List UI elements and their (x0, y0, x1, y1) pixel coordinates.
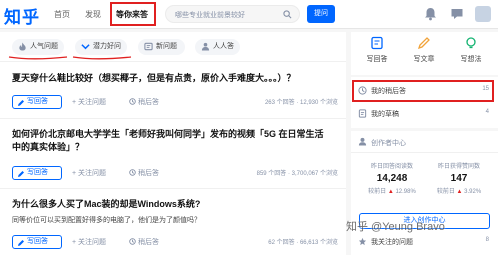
question-excerpt[interactable]: 同等价位可以买到配置好得多的电脑了，他们是为了颜值吗？ (12, 215, 201, 225)
arrow-up-icon: ▲ (456, 189, 463, 195)
question-actions: 写回答 + 关注问题 稍后答 859 个回答 · 3,700,067 个浏览 (12, 166, 342, 180)
question-actions: 写回答 + 关注问题 稍后答 263 个回答 · 12,930 个浏览 (12, 95, 342, 109)
new-icon (144, 42, 153, 51)
tab-label: 人气问题 (30, 43, 58, 50)
search-placeholder: 哪些专业就业前景较好 (175, 12, 245, 19)
potential-icon (81, 44, 90, 50)
tool-write-article[interactable]: 写文章 (404, 36, 444, 64)
write-answer-button[interactable]: 写回答 (12, 95, 62, 109)
question-title-line2[interactable]: 中的真实体验」？ (12, 141, 84, 154)
stat-value: 147 (450, 173, 468, 184)
clock-icon (129, 238, 136, 245)
pencil-icon (18, 240, 24, 246)
question-title[interactable]: 夏天穿什么鞋比较好（想买椰子，但是有点贵，原价入手难度大。。。）？ (12, 72, 296, 85)
tab-underline-popular (8, 56, 68, 60)
thought-icon (466, 37, 476, 49)
follow-question-button[interactable]: + 关注问题 (72, 97, 106, 107)
question-title[interactable]: 如何评价北京邮电大学学生「老师好我叫何同学」发布的视频「5G 在日常生活 (12, 128, 324, 141)
question-stats: 859 个回答 · 3,700,067 个浏览 (256, 171, 338, 177)
search-input[interactable]: 哪些专业就业前景较好 (165, 5, 300, 23)
answer-later-button[interactable]: 稍后答 (129, 97, 159, 107)
ask-button[interactable]: 提问 (307, 5, 335, 23)
message-icon[interactable] (450, 7, 464, 21)
write-article-icon (417, 37, 430, 50)
tab-potential[interactable]: 潜力好问 (75, 39, 127, 55)
stat-label: 昨日获得赞同数 (437, 164, 480, 170)
tab-label: 新问题 (156, 43, 177, 50)
stat-label: 昨日回答阅读数 (370, 164, 413, 170)
people-icon (201, 42, 210, 51)
tab-new[interactable]: 新问题 (138, 39, 185, 55)
stat-reads: 昨日回答阅读数 14,248 较前日 ▲ 12.98% (362, 161, 422, 195)
sidebar-item-count: 8 (485, 237, 489, 243)
tab-popular[interactable]: 人气问题 (12, 39, 64, 55)
follow-question-button[interactable]: + 关注问题 (72, 237, 106, 247)
answer-later-button[interactable]: 稍后答 (129, 168, 159, 178)
follow-icon (358, 237, 367, 246)
avatar[interactable] (475, 6, 491, 22)
feed-tabs: 人气问题 潜力好问 新问题 人人答 (0, 32, 346, 62)
pencil-icon (18, 171, 24, 177)
divider (0, 188, 346, 189)
nav-discover[interactable]: 发现 (85, 9, 101, 20)
sidebar-item-label: 我关注的问题 (371, 239, 413, 246)
stat-delta: 较前日 ▲ 3.92% (436, 189, 482, 195)
question-title[interactable]: 为什么很多人买了Mac装的却是Windows系统? (12, 198, 200, 211)
sidebar-item-drafts[interactable]: 我的草稿 4 (351, 105, 498, 122)
clock-icon (129, 98, 136, 105)
sidebar-item-label: 我的草稿 (371, 111, 399, 118)
question-actions: 写回答 + 关注问题 稍后答 62 个回答 · 66,613 个浏览 (12, 235, 342, 249)
stat-value: 14,248 (376, 173, 408, 184)
write-answer-button[interactable]: 写回答 (12, 235, 62, 249)
answer-later-highlight-box (352, 80, 494, 102)
draft-icon (358, 109, 367, 118)
follow-question-button[interactable]: + 关注问题 (72, 168, 106, 178)
question-stats: 263 个回答 · 12,930 个浏览 (264, 100, 338, 106)
stat-likes: 昨日获得赞同数 147 较前日 ▲ 3.92% (429, 161, 489, 195)
creator-center-header[interactable]: 创作者中心 (351, 131, 498, 153)
top-bar: 知乎 首页 发现 等你来答 哪些专业就业前景较好 提问 (0, 0, 498, 29)
watermark: 知乎 @Yeung Bravo (346, 221, 445, 233)
tab-underline-potential (72, 56, 132, 60)
answer-later-button[interactable]: 稍后答 (129, 237, 159, 247)
arrow-up-icon: ▲ (387, 189, 394, 195)
creator-icon (358, 137, 367, 146)
nav-highlight-box (110, 2, 156, 26)
creator-center-card: 创作者中心 昨日回答阅读数 14,248 较前日 ▲ 12.98% 昨日获得赞同… (351, 131, 498, 255)
sidebar-item-followed-questions[interactable]: 我关注的问题 8 (351, 235, 498, 248)
tool-write-answer[interactable]: 写回答 (357, 36, 397, 64)
write-answer-icon (371, 36, 383, 50)
nav-home[interactable]: 首页 (54, 9, 70, 20)
clock-icon (129, 169, 136, 176)
create-tools-card: 写回答 写文章 写想法 (351, 32, 498, 75)
write-answer-button[interactable]: 写回答 (12, 166, 62, 180)
sidebar-item-count: 4 (485, 109, 489, 115)
bell-icon[interactable] (424, 7, 437, 21)
divider (0, 118, 346, 119)
question-feed: 人气问题 潜力好问 新问题 人人答 夏天穿什么鞋比较好（想买椰子，但是有点贵，原… (0, 32, 346, 255)
tab-everyone[interactable]: 人人答 (195, 39, 240, 55)
zhihu-logo[interactable]: 知乎 (4, 3, 40, 28)
question-stats: 62 个回答 · 66,613 个浏览 (268, 240, 338, 246)
hot-icon (19, 42, 26, 51)
pencil-icon (18, 100, 24, 106)
tab-label: 人人答 (213, 43, 234, 50)
creator-center-title: 创作者中心 (371, 140, 406, 147)
tool-write-thought[interactable]: 写想法 (451, 36, 491, 64)
stat-delta: 较前日 ▲ 12.98% (368, 189, 416, 195)
tab-label: 潜力好问 (93, 43, 121, 50)
search-icon[interactable] (283, 10, 292, 19)
